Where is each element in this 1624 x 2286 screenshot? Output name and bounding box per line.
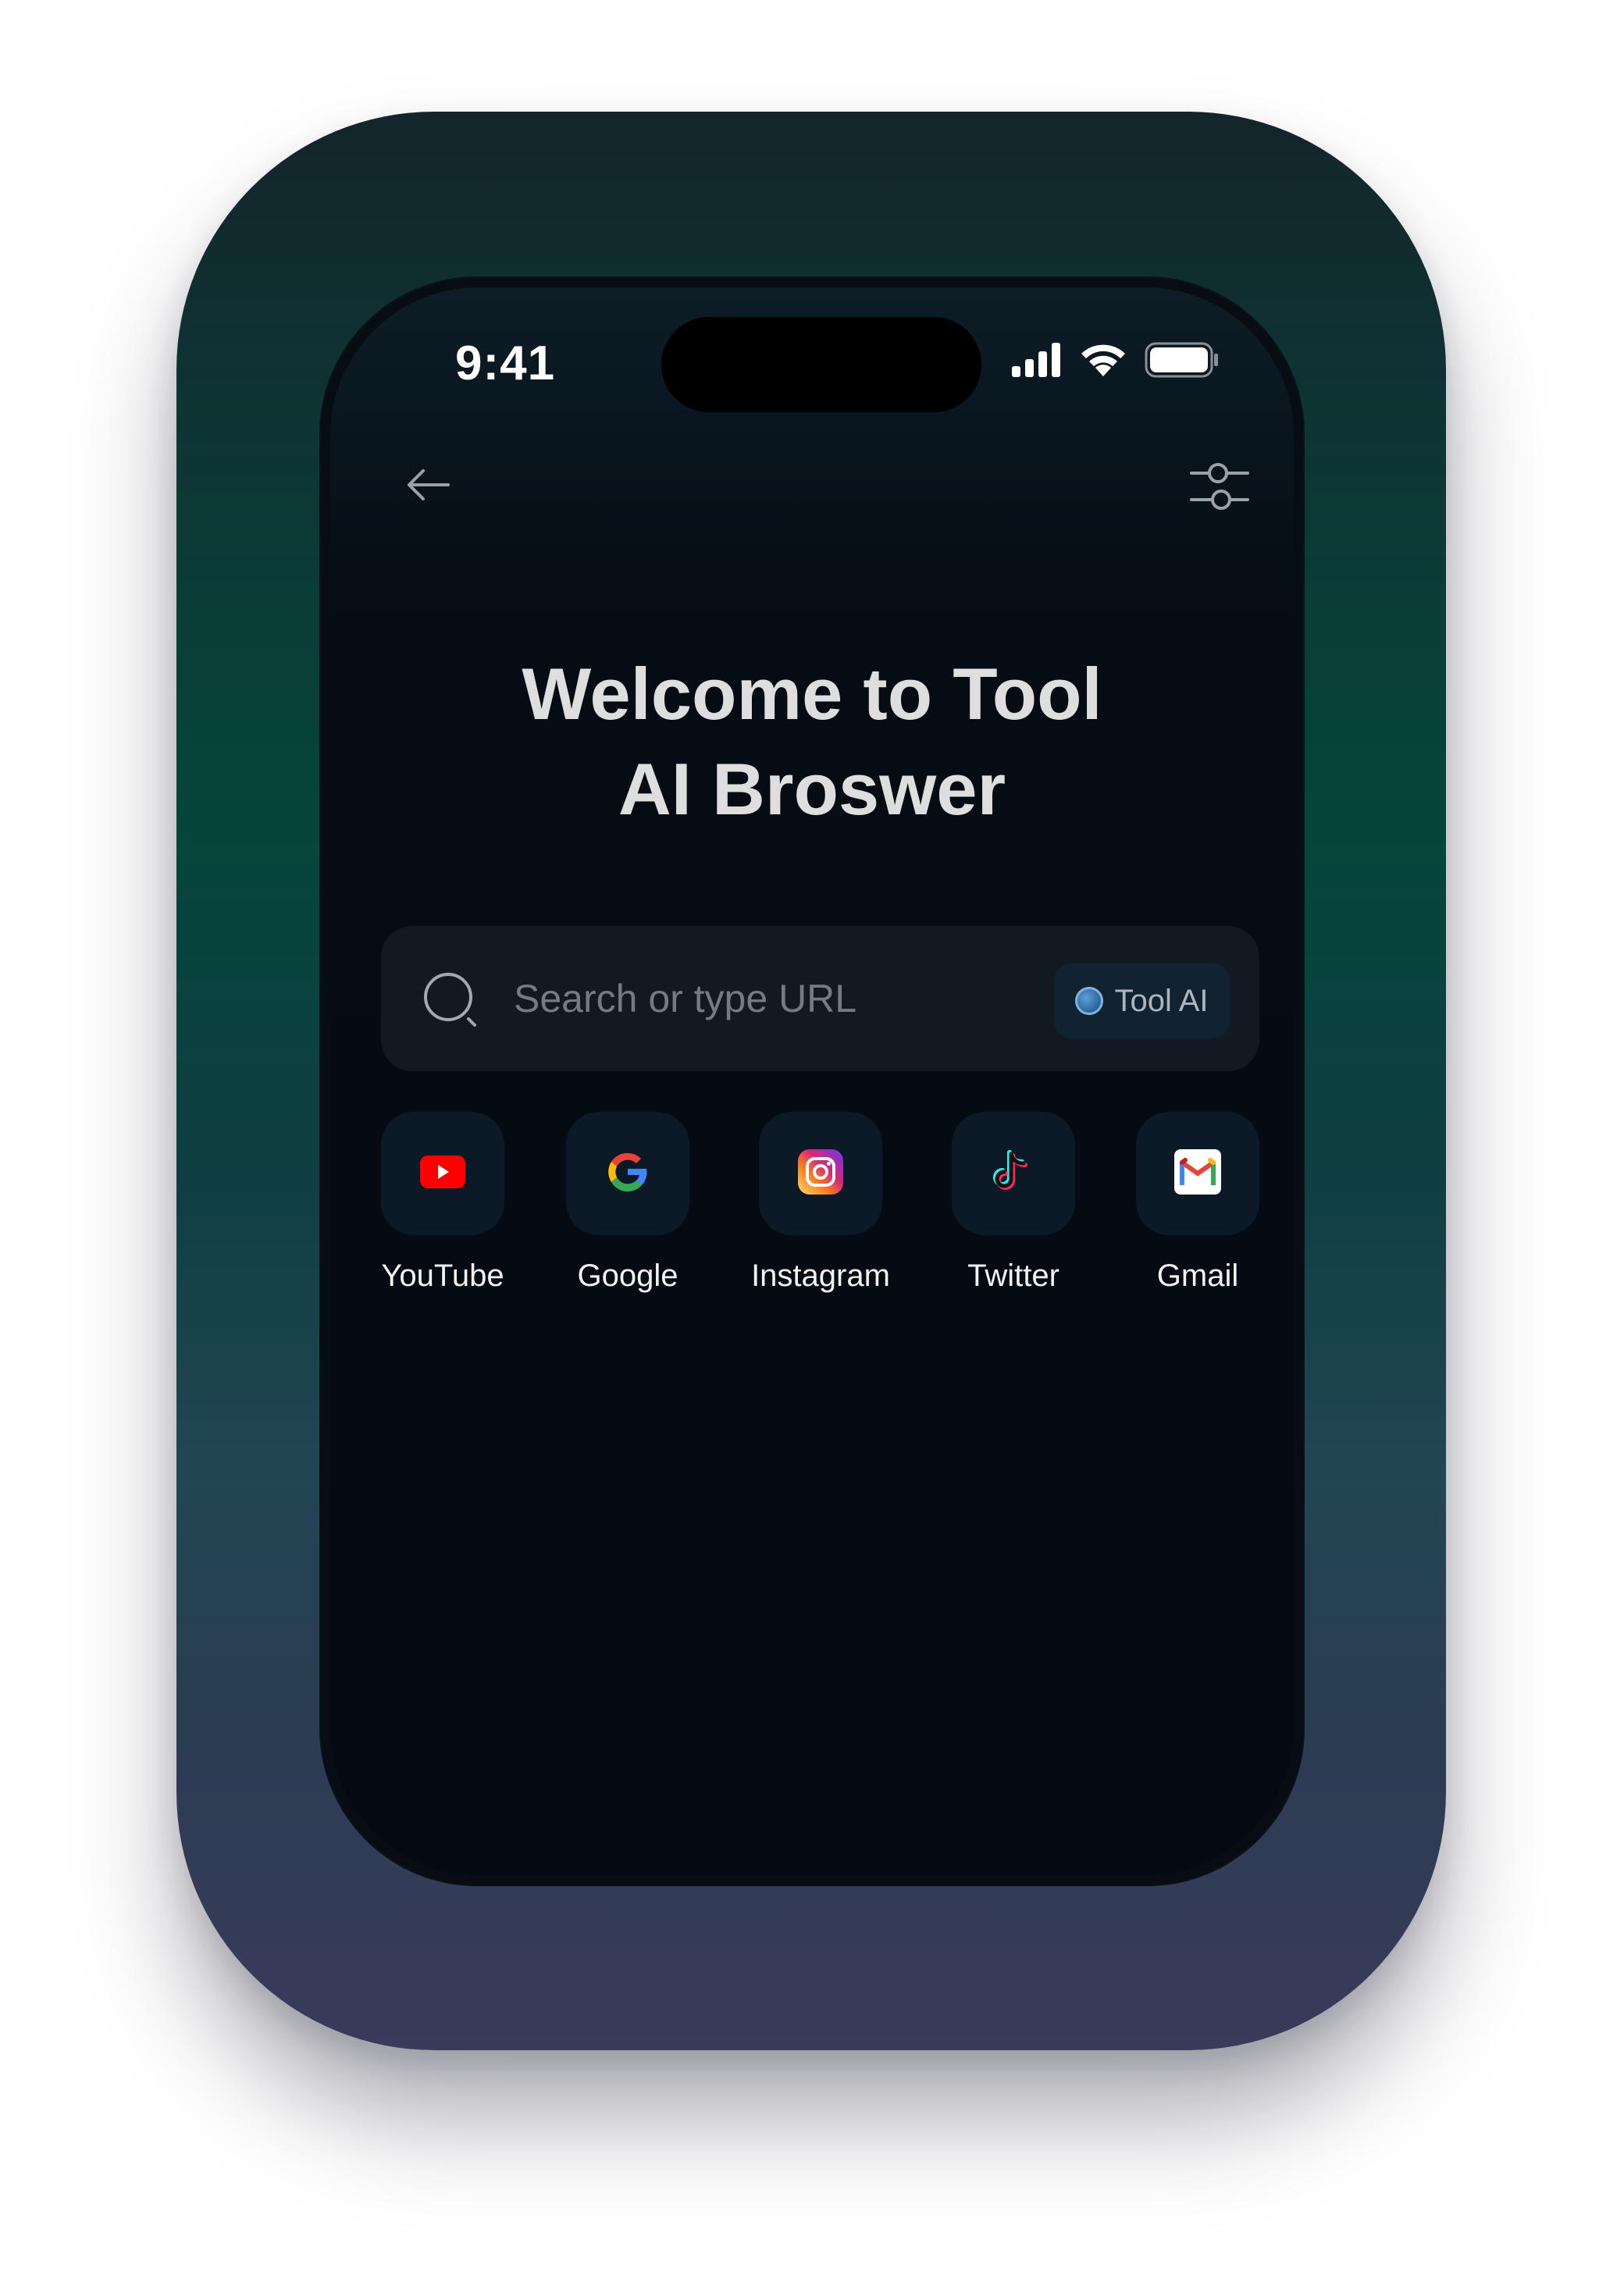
battery-icon (1145, 342, 1220, 382)
wifi-icon (1079, 342, 1127, 382)
page-title-line-1: Welcome to Tool (522, 653, 1102, 735)
shortcut-label: Google (577, 1259, 678, 1293)
search-icon (422, 970, 481, 1030)
status-time: 9:41 (455, 336, 556, 390)
shortcut-tile[interactable] (952, 1112, 1075, 1235)
search-bar[interactable]: Tool AI (381, 926, 1259, 1071)
shortcut-label: Instagram (751, 1259, 890, 1293)
canvas: 9:41 Welcome to Tool AI Broswer Search o… (0, 0, 1624, 2286)
google-icon (604, 1148, 652, 1200)
shortcut-gmail[interactable]: Gmail (1120, 1112, 1276, 1294)
dynamic-island (661, 317, 981, 412)
shortcut-grid: YouTube Google Instagram Twitter Gmail (381, 1112, 1259, 1315)
phone-frame: 9:41 Welcome to Tool AI Broswer Search o… (321, 278, 1303, 1885)
shortcut-youtube[interactable]: YouTube (365, 1112, 521, 1294)
shortcut-tile[interactable] (759, 1112, 882, 1235)
shortcut-google[interactable]: Google (550, 1112, 706, 1294)
shortcut-tile[interactable] (566, 1112, 689, 1235)
shortcut-label: YouTube (381, 1259, 504, 1293)
cellular-signal-icon (1012, 343, 1062, 381)
tiktok-icon (992, 1149, 1035, 1198)
status-icons (1012, 342, 1220, 382)
page-title-line-2: AI Broswer (618, 748, 1006, 830)
tool-ai-label: Tool AI (1114, 983, 1209, 1018)
settings-button[interactable] (1184, 453, 1255, 523)
shortcut-twitter[interactable]: Twitter (935, 1112, 1092, 1294)
instagram-icon (798, 1148, 843, 1198)
shortcut-tile[interactable] (381, 1112, 504, 1235)
search-input[interactable] (512, 967, 1015, 1031)
phone-screen: 9:41 Welcome to Tool AI Broswer Search o… (330, 287, 1294, 1875)
sliders-icon (1190, 459, 1249, 518)
shortcut-tile[interactable] (1136, 1112, 1259, 1235)
page-title: Welcome to Tool AI Broswer (330, 646, 1294, 837)
tool-ai-orb-icon (1075, 987, 1104, 1015)
back-button[interactable] (401, 459, 455, 514)
arrow-left-icon (404, 468, 451, 506)
shortcut-label: Gmail (1156, 1259, 1239, 1293)
youtube-icon (420, 1155, 465, 1192)
shortcut-label: Twitter (967, 1259, 1060, 1293)
shortcut-instagram[interactable]: Instagram (743, 1112, 899, 1294)
tool-ai-button[interactable]: Tool AI (1054, 963, 1230, 1038)
gmail-icon (1174, 1148, 1221, 1198)
